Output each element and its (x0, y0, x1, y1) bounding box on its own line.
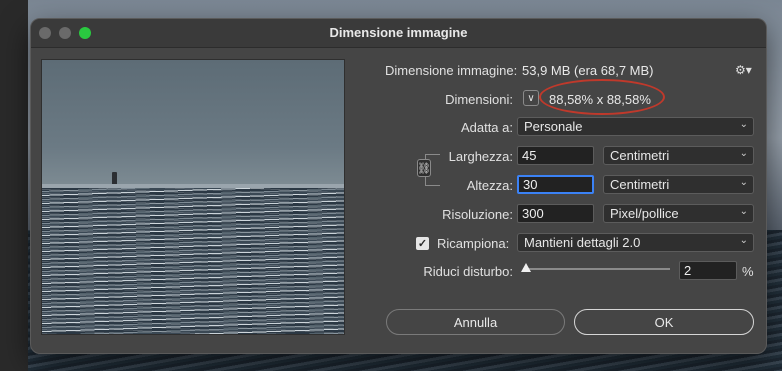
ok-button[interactable]: OK (574, 309, 754, 335)
noise-reduction-slider-thumb[interactable] (521, 263, 531, 272)
chevron-down-icon: ⌄ (739, 177, 748, 188)
annotation-circle (539, 79, 665, 115)
dimensions-label: Dimensioni: (445, 92, 513, 107)
title-bar: Dimensione immagine (31, 19, 766, 48)
noise-reduction-slider[interactable] (523, 268, 670, 270)
preview-sea (42, 188, 344, 334)
noise-reduction-input[interactable]: 2 (679, 261, 737, 280)
cancel-button[interactable]: Annulla (386, 309, 565, 335)
noise-reduction-unit: % (742, 264, 754, 279)
width-unit-selected: Centimetri (610, 148, 670, 163)
resample-checkbox[interactable]: ✓ (416, 237, 429, 250)
fit-to-select[interactable]: Personale ⌄ (517, 117, 754, 136)
chevron-down-icon: ⌄ (739, 119, 748, 130)
resolution-label: Risoluzione: (442, 207, 513, 222)
chain-link-icon[interactable]: ⛓ (417, 159, 431, 177)
chevron-down-icon: ⌄ (739, 235, 748, 246)
fit-to-label: Adatta a: (460, 120, 513, 135)
image-size-dialog: Dimensione immagine Dimensione immagine:… (30, 18, 767, 354)
resample-method-selected: Mantieni dettagli 2.0 (524, 235, 641, 250)
dialog-title: Dimensione immagine (329, 25, 468, 40)
resolution-unit-selected: Pixel/pollice (610, 206, 679, 221)
height-input[interactable]: 30 (517, 175, 594, 194)
width-label: Larghezza: (448, 149, 513, 164)
preview-sky (42, 60, 344, 184)
chevron-down-icon: ⌄ (739, 148, 748, 159)
height-unit-selected: Centimetri (610, 177, 670, 192)
image-size-label: Dimensione immagine: (385, 63, 518, 78)
width-unit-select[interactable]: Centimetri ⌄ (603, 146, 754, 165)
fit-to-selected: Personale (524, 119, 583, 134)
height-unit-select[interactable]: Centimetri ⌄ (603, 175, 754, 194)
chevron-down-icon[interactable]: ∨ (523, 90, 539, 106)
resolution-unit-select[interactable]: Pixel/pollice ⌄ (603, 204, 754, 223)
app-left-panel (0, 0, 28, 371)
chevron-down-icon: ⌄ (739, 206, 748, 217)
image-size-value: 53,9 MB (era 68,7 MB) (522, 63, 654, 78)
resample-method-select[interactable]: Mantieni dettagli 2.0 ⌄ (517, 233, 754, 252)
noise-reduction-label: Riduci disturbo: (423, 264, 513, 279)
width-input[interactable]: 45 (517, 146, 594, 165)
height-label: Altezza: (466, 178, 513, 193)
gear-icon[interactable]: ⚙▾ (735, 63, 752, 77)
resample-label: Ricampiona: (437, 236, 510, 251)
resolution-input[interactable]: 300 (517, 204, 594, 223)
image-preview[interactable] (41, 59, 345, 335)
